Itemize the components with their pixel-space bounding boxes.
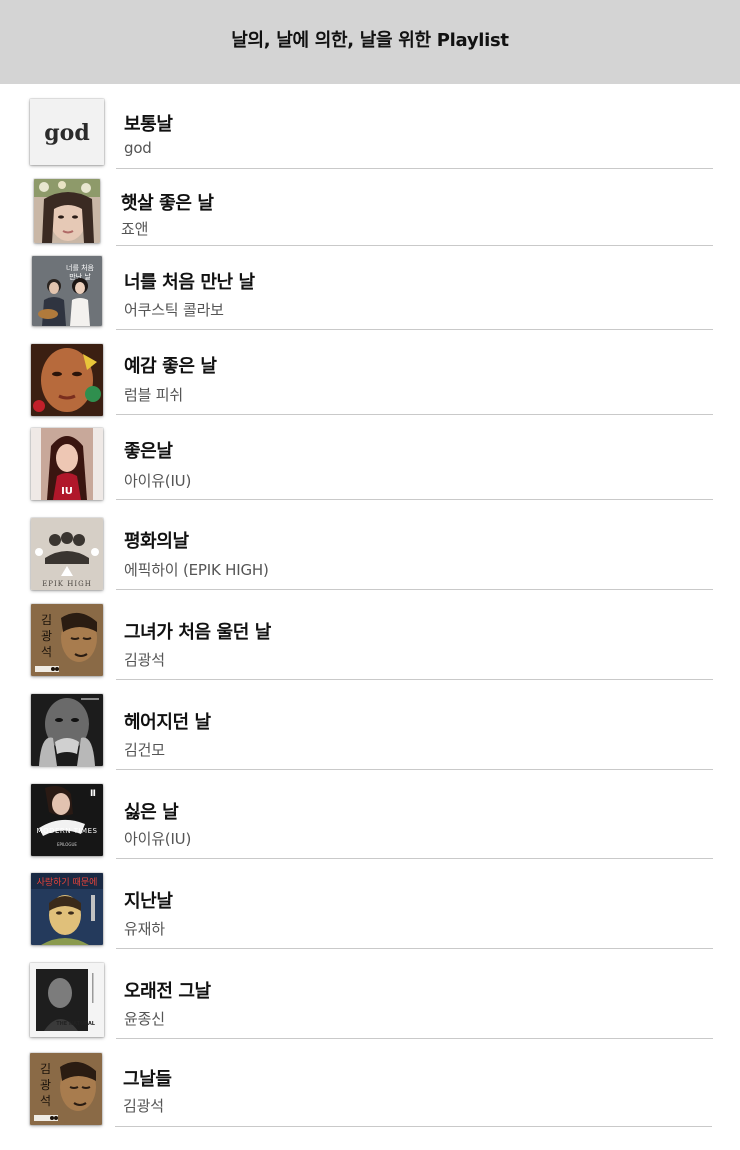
song-artist: 김건모 [124,741,165,759]
svg-text:EPILOGUE: EPILOGUE [57,842,77,847]
list-item[interactable]: 김 광 석 김광석 그날들 김광석 [0,1039,740,1127]
song-artist: 죠앤 [121,220,149,238]
song-title: 좋은날 [124,441,173,462]
list-item[interactable]: MODERN TIMES EPILOGUE Ⅱ 싫은 날 아이유(IU) [0,770,740,859]
svg-text:석: 석 [41,645,52,659]
song-title: 보통날 [124,114,173,135]
list-item[interactable]: 헤어지던 날 김건모 [0,680,740,770]
song-title: 헤어지던 날 [124,712,211,733]
album-art-kim-kwangseok: 김 광 석 김광석 [31,604,103,676]
svg-text:너를 처음: 너를 처음 [66,263,95,272]
page-title: 날의, 날에 의한, 날을 위한 Playlist [231,30,509,51]
song-title: 평화의날 [124,531,189,552]
svg-text:김: 김 [41,613,52,627]
song-artist: 김광석 [123,1097,164,1115]
album-art-text: THE NATURAL [56,1021,96,1027]
song-artist: 김광석 [124,651,165,669]
song-title: 예감 좋은 날 [124,356,217,377]
song-artist: 어쿠스틱 콜라보 [124,301,224,319]
row-divider [115,1126,712,1127]
album-art-kim-kwangseok: 김 광 석 김광석 [30,1053,102,1125]
album-art-duo: 너를 처음 만난 날 [32,256,102,326]
svg-text:김: 김 [40,1062,51,1076]
list-item[interactable]: god 보통날 god [0,84,740,169]
album-art-portrait [34,179,100,243]
album-art-text: EPIK HIGH [42,580,92,588]
song-title: 그녀가 처음 울던 날 [124,622,271,643]
song-artist: 럼블 피쉬 [124,386,183,404]
song-title: 싫은 날 [124,802,179,823]
album-art-face [31,344,103,416]
song-title: 지난날 [124,891,173,912]
svg-text:석: 석 [40,1094,51,1108]
album-art-iu: IU [31,428,103,500]
song-artist: 윤종신 [124,1010,165,1028]
svg-text:광: 광 [41,629,52,643]
song-title: 그날들 [123,1069,172,1090]
album-art-text: god [44,120,89,146]
album-art-text: 사랑하기 때문에 [37,876,98,888]
playlist-header: 날의, 날에 의한, 날을 위한 Playlist [0,0,740,84]
song-artist: 아이유(IU) [124,472,192,490]
list-item[interactable]: 김 광 석 김광석 그녀가 처음 울던 날 김광석 [0,590,740,680]
list-item[interactable]: 햇살 좋은 날 죠앤 [0,169,740,246]
song-artist: 유재하 [124,920,165,938]
album-art-yoo-jaeha: 사랑하기 때문에 [31,873,103,945]
album-art-epik-high: EPIK HIGH [31,518,103,590]
list-item[interactable]: 사랑하기 때문에 지난날 유재하 [0,859,740,949]
album-art-the-natural: THE NATURAL [30,963,104,1037]
list-item[interactable]: 예감 좋은 날 럼블 피쉬 [0,330,740,416]
list-item[interactable]: THE NATURAL 오래전 그날 윤종신 [0,949,740,1039]
list-item[interactable]: 너를 처음 만난 날 너를 처음 만난 날 어쿠스틱 콜라보 [0,246,740,330]
svg-text:광: 광 [40,1078,51,1092]
song-artist: 아이유(IU) [124,830,192,848]
song-title: 너를 처음 만난 날 [124,272,255,293]
list-item[interactable]: EPIK HIGH 평화의날 에픽하이 (EPIK HIGH) [0,500,740,590]
song-artist: god [124,139,152,157]
album-art-modern-times: MODERN TIMES EPILOGUE Ⅱ [31,784,103,856]
list-item[interactable]: IU 좋은날 아이유(IU) [0,415,740,500]
svg-text:Ⅱ: Ⅱ [90,789,96,799]
album-art-bw-portrait [31,694,103,766]
song-title: 오래전 그날 [124,981,211,1002]
album-art-text: MODERN TIMES [37,827,98,835]
song-artist: 에픽하이 (EPIK HIGH) [124,561,269,579]
song-title: 햇살 좋은 날 [121,193,214,214]
album-art-text: IU [61,486,73,497]
album-art-god: god [30,99,104,165]
